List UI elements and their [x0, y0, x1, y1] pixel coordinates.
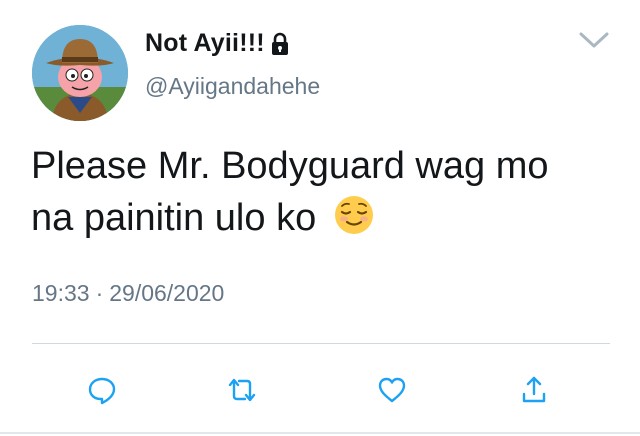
relieved-face-emoji-icon — [333, 194, 375, 236]
tweet-text: Please Mr. Bodyguard wag mo na painitin … — [31, 140, 621, 244]
chevron-down-icon[interactable] — [578, 30, 610, 50]
tweet-time: 19:33 — [32, 280, 90, 306]
tweet-card: Not Ayii!!! @Ayiigandahehe Please Mr. Bo… — [0, 0, 640, 436]
tweet-text-line-2-text: na painitin ulo ko — [31, 197, 317, 239]
tweet-timestamp[interactable]: 19:33 · 29/06/2020 — [32, 280, 224, 307]
bottom-border — [0, 432, 640, 434]
tweet-text-line-2: na painitin ulo ko — [31, 192, 621, 244]
avatar[interactable] — [32, 25, 128, 121]
display-name[interactable]: Not Ayii!!! — [145, 29, 291, 58]
retweet-icon — [228, 378, 256, 402]
timestamp-separator: · — [95, 280, 104, 306]
retweet-button[interactable] — [224, 372, 260, 408]
lock-icon — [269, 32, 291, 56]
divider — [32, 343, 610, 344]
like-button[interactable] — [374, 372, 410, 408]
heart-icon — [378, 377, 406, 403]
display-name-text: Not Ayii!!! — [145, 29, 265, 57]
share-icon — [522, 376, 546, 403]
cartoon-cowboy-avatar-icon — [32, 25, 128, 121]
user-handle[interactable]: @Ayiigandahehe — [145, 73, 320, 100]
reply-button[interactable] — [84, 372, 120, 408]
share-button[interactable] — [516, 372, 552, 408]
reply-icon — [88, 377, 116, 405]
tweet-text-line-1: Please Mr. Bodyguard wag mo — [31, 145, 549, 187]
tweet-date: 29/06/2020 — [109, 280, 225, 306]
